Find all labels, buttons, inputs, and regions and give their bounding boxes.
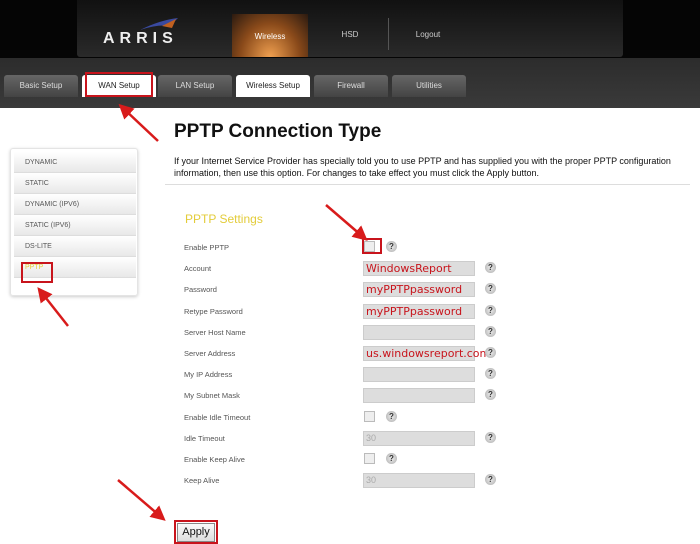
arris-logo: ARRIS bbox=[103, 30, 178, 47]
field-row: Keep Alive 30? bbox=[184, 472, 514, 490]
arrow-icon bbox=[325, 204, 368, 241]
arrow-icon bbox=[117, 479, 166, 521]
field-row: Server Address us.windowsreport.com? bbox=[184, 345, 514, 363]
nav-divider bbox=[388, 18, 389, 50]
sidebar-item-static-ipv6[interactable]: STATIC (IPV6) bbox=[14, 215, 136, 236]
field-label: Enable Idle Timeout bbox=[184, 412, 251, 422]
field-row: Account WindowsReport? bbox=[184, 260, 514, 278]
field-row: Server Host Name? bbox=[184, 324, 514, 342]
highlight-box bbox=[174, 520, 218, 544]
help-icon[interactable]: ? bbox=[485, 283, 496, 295]
highlight-box bbox=[362, 238, 382, 254]
top-bar bbox=[0, 0, 700, 58]
field-row: Enable Keep Alive? bbox=[184, 451, 514, 469]
field-row: My IP Address? bbox=[184, 366, 514, 384]
highlight-box bbox=[21, 262, 53, 283]
field-label: Server Address bbox=[184, 349, 236, 358]
tab-firewall[interactable]: Firewall bbox=[314, 75, 388, 97]
field-row: Enable PPTP? bbox=[184, 239, 514, 257]
arrow-icon bbox=[37, 287, 69, 327]
text-input[interactable] bbox=[363, 367, 475, 383]
nav-logout[interactable]: Logout bbox=[405, 30, 451, 39]
field-label: Retype Password bbox=[184, 306, 243, 316]
tab-basic-setup[interactable]: Basic Setup bbox=[4, 75, 78, 97]
page-description: If your Internet Service Provider has sp… bbox=[174, 156, 671, 178]
checkbox[interactable] bbox=[364, 410, 375, 422]
field-label: Account bbox=[184, 264, 212, 274]
sidebar-item-dynamic-ipv6[interactable]: DYNAMIC (IPV6) bbox=[14, 194, 136, 215]
text-input[interactable]: WindowsReport bbox=[363, 261, 475, 277]
help-icon[interactable]: ? bbox=[386, 241, 397, 252]
help-icon[interactable]: ? bbox=[485, 368, 496, 380]
divider bbox=[165, 184, 690, 185]
sidebar-item-static[interactable]: STATIC bbox=[14, 173, 136, 194]
sidebar-item-ds-lite[interactable]: DS-LITE bbox=[14, 236, 136, 257]
field-label: Idle Timeout bbox=[184, 433, 225, 443]
text-input[interactable]: myPPTPpassword bbox=[363, 282, 475, 298]
field-row: My Subnet Mask? bbox=[184, 387, 514, 405]
help-icon[interactable]: ? bbox=[386, 453, 397, 464]
help-icon[interactable]: ? bbox=[485, 304, 496, 316]
tab-utilities[interactable]: Utilities bbox=[392, 75, 466, 97]
field-row: Idle Timeout 30? bbox=[184, 430, 514, 448]
text-input[interactable]: us.windowsreport.com bbox=[363, 346, 490, 361]
page-title: PPTP Connection Type bbox=[174, 121, 382, 142]
field-label: My Subnet Mask bbox=[184, 391, 240, 401]
field-label: Enable PPTP bbox=[184, 243, 230, 252]
highlight-box bbox=[85, 72, 153, 97]
field-row: Retype Password myPPTPpassword? bbox=[184, 303, 514, 321]
help-icon[interactable]: ? bbox=[386, 410, 397, 422]
text-input[interactable] bbox=[363, 388, 475, 404]
nav-wireless[interactable]: Wireless bbox=[232, 14, 308, 57]
sidebar-item-dynamic[interactable]: DYNAMIC bbox=[14, 152, 136, 173]
text-input[interactable]: 30 bbox=[363, 473, 475, 489]
section-title: PPTP Settings bbox=[185, 212, 263, 226]
text-input[interactable]: 30 bbox=[363, 430, 475, 446]
nav-hsd[interactable]: HSD bbox=[330, 30, 370, 39]
field-label: Server Host Name bbox=[184, 327, 246, 337]
checkbox[interactable] bbox=[364, 453, 375, 464]
help-icon[interactable]: ? bbox=[485, 325, 496, 337]
field-label: Enable Keep Alive bbox=[184, 455, 245, 464]
help-icon[interactable]: ? bbox=[485, 431, 496, 443]
help-icon[interactable]: ? bbox=[485, 474, 496, 486]
text-input[interactable]: myPPTPpassword bbox=[363, 303, 475, 319]
tab-wireless-setup[interactable]: Wireless Setup bbox=[236, 75, 310, 97]
tab-lan-setup[interactable]: LAN Setup bbox=[158, 75, 232, 97]
field-label: My IP Address bbox=[184, 370, 233, 380]
field-row: Password myPPTPpassword? bbox=[184, 281, 514, 299]
help-icon[interactable]: ? bbox=[485, 389, 496, 401]
help-icon[interactable]: ? bbox=[485, 347, 496, 358]
field-row: Enable Idle Timeout? bbox=[184, 409, 514, 427]
text-input[interactable] bbox=[363, 324, 475, 340]
field-label: Keep Alive bbox=[184, 476, 220, 486]
arrow-icon bbox=[118, 103, 159, 142]
field-label: Password bbox=[184, 285, 217, 295]
help-icon[interactable]: ? bbox=[485, 262, 496, 274]
